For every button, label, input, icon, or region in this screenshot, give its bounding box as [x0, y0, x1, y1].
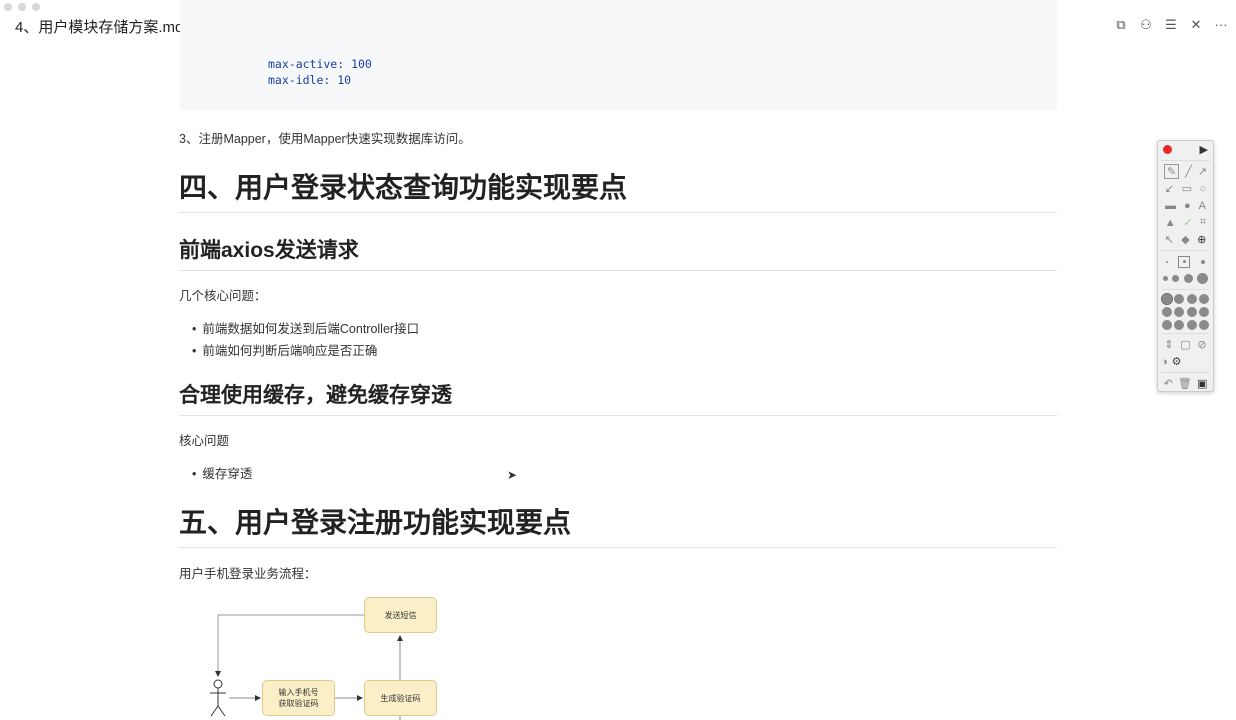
filled-rect-icon[interactable]: ▬ [1165, 200, 1176, 212]
color-swatch[interactable] [1186, 293, 1197, 304]
fill-icon[interactable]: ⊘ [1197, 338, 1206, 351]
color-swatch[interactable] [1186, 306, 1197, 317]
color-swatch[interactable] [1198, 306, 1209, 317]
trash-icon[interactable]: 🗑 [1178, 377, 1192, 390]
eraser-icon[interactable]: ◆ [1181, 233, 1189, 246]
flow-node-gen-code: 生成验证码 [364, 680, 437, 716]
frame-icon[interactable]: ▢ [1180, 338, 1190, 351]
node-label: 获取验证码 [278, 699, 319, 708]
filled-circle-icon[interactable]: ● [1184, 200, 1191, 212]
shape-icon[interactable]: ▲ [1165, 217, 1176, 229]
spacing-icon[interactable]: ⇕ [1164, 338, 1173, 351]
color-swatch[interactable] [1161, 292, 1174, 305]
pen-icon[interactable]: ✎ [1163, 164, 1180, 179]
line-icon[interactable]: ╱ [1185, 165, 1192, 178]
color-swatch[interactable] [1174, 306, 1185, 317]
color-swatch[interactable] [1198, 293, 1209, 304]
arrow-icon[interactable]: ↗ [1198, 165, 1207, 178]
crop-icon[interactable]: ⌗ [1200, 216, 1206, 229]
record-icon[interactable] [1163, 145, 1172, 154]
node-label: 输入手机号 [278, 688, 319, 697]
color-swatch[interactable] [1162, 306, 1173, 317]
play-icon[interactable]: ▶ [1200, 143, 1208, 156]
folder-icon[interactable]: ▣ [1197, 377, 1207, 390]
color-swatch[interactable] [1198, 319, 1209, 330]
size-option[interactable] [1172, 275, 1180, 282]
flow-diagram-lines [210, 614, 403, 720]
circle-icon[interactable]: ○ [1200, 183, 1207, 195]
color-swatch[interactable] [1162, 319, 1173, 330]
opacity-icon[interactable]: ◑ [1161, 356, 1168, 368]
zoom-icon[interactable]: ⊕ [1197, 233, 1206, 246]
select-icon[interactable]: ↖ [1165, 233, 1174, 246]
size-option[interactable] [1196, 273, 1208, 284]
color-swatch[interactable] [1174, 293, 1185, 304]
size-selected-icon[interactable] [1178, 255, 1191, 268]
annotation-palette: ▶ ✎ ╱ ↗ ↙ ▭ ○ ▬ ● A ▲ ✓ ⌗ ↖ ◆ ⊕ ⇕ ▢ ⊘ ◑ ⚙ ↶ 🗑 ▣ [1157, 140, 1214, 392]
text-icon[interactable]: A [1199, 200, 1206, 212]
size-option[interactable] [1183, 274, 1193, 283]
color-swatch[interactable] [1174, 319, 1185, 330]
settings-gear-icon[interactable]: ⚙ [1172, 355, 1182, 368]
mouse-cursor-icon: ➤ [507, 468, 518, 482]
color-swatch[interactable] [1186, 319, 1197, 330]
actor-icon [210, 679, 226, 717]
highlighter-icon[interactable]: ✓ [1183, 216, 1192, 229]
size-option[interactable] [1163, 276, 1169, 281]
rect-icon[interactable]: ▭ [1182, 182, 1192, 195]
flow-node-input-phone: 输入手机号获取验证码 [262, 680, 335, 716]
flow-node-send-sms: 发送短信 [364, 597, 437, 633]
pointer-icon[interactable]: ↙ [1165, 182, 1174, 195]
undo-icon[interactable]: ↶ [1164, 377, 1173, 390]
